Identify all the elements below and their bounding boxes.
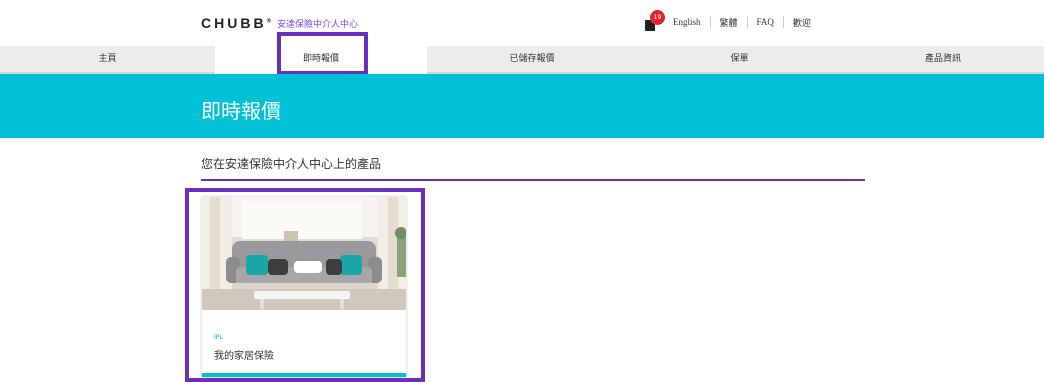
section-title: 您在安達保險中介人中心上的產品 bbox=[201, 157, 382, 171]
main-nav: 主頁 即時報價 已儲存報價 保單 產品資訊 bbox=[0, 46, 1044, 74]
nav-tab-product-info[interactable]: 產品資訊 bbox=[842, 46, 1044, 74]
page-banner: 即時報價 bbox=[0, 74, 1044, 138]
utility-links: 19 English 繁體 FAQ 歡迎 bbox=[643, 6, 811, 38]
page-title: 即時報價 bbox=[201, 99, 281, 123]
cart-button[interactable]: 19 bbox=[643, 9, 665, 35]
nav-tab-saved-quotes[interactable]: 已儲存報價 bbox=[427, 46, 637, 74]
divider bbox=[782, 16, 784, 28]
nav-highlight-box bbox=[277, 32, 368, 75]
section-divider bbox=[201, 179, 865, 181]
welcome-link[interactable]: 歡迎 bbox=[793, 16, 811, 29]
card-highlight-box bbox=[185, 188, 425, 382]
divider bbox=[746, 16, 748, 28]
language-traditional-link[interactable]: 繁體 bbox=[720, 16, 738, 29]
divider bbox=[709, 16, 711, 28]
portal-name: 安達保險中介人中心 bbox=[276, 19, 358, 30]
nav-tab-home[interactable]: 主頁 bbox=[0, 46, 215, 74]
chubb-logo[interactable]: CHUBB® 安達保險中介人中心 bbox=[201, 15, 358, 31]
faq-link[interactable]: FAQ bbox=[757, 17, 774, 27]
top-header: CHUBB® 安達保險中介人中心 19 English 繁體 FAQ 歡迎 bbox=[0, 0, 1044, 46]
logo-wordmark: CHUBB® bbox=[201, 15, 271, 31]
nav-tab-policies[interactable]: 保單 bbox=[637, 46, 842, 74]
language-english-link[interactable]: English bbox=[673, 17, 701, 27]
cart-count-badge: 19 bbox=[650, 10, 665, 25]
